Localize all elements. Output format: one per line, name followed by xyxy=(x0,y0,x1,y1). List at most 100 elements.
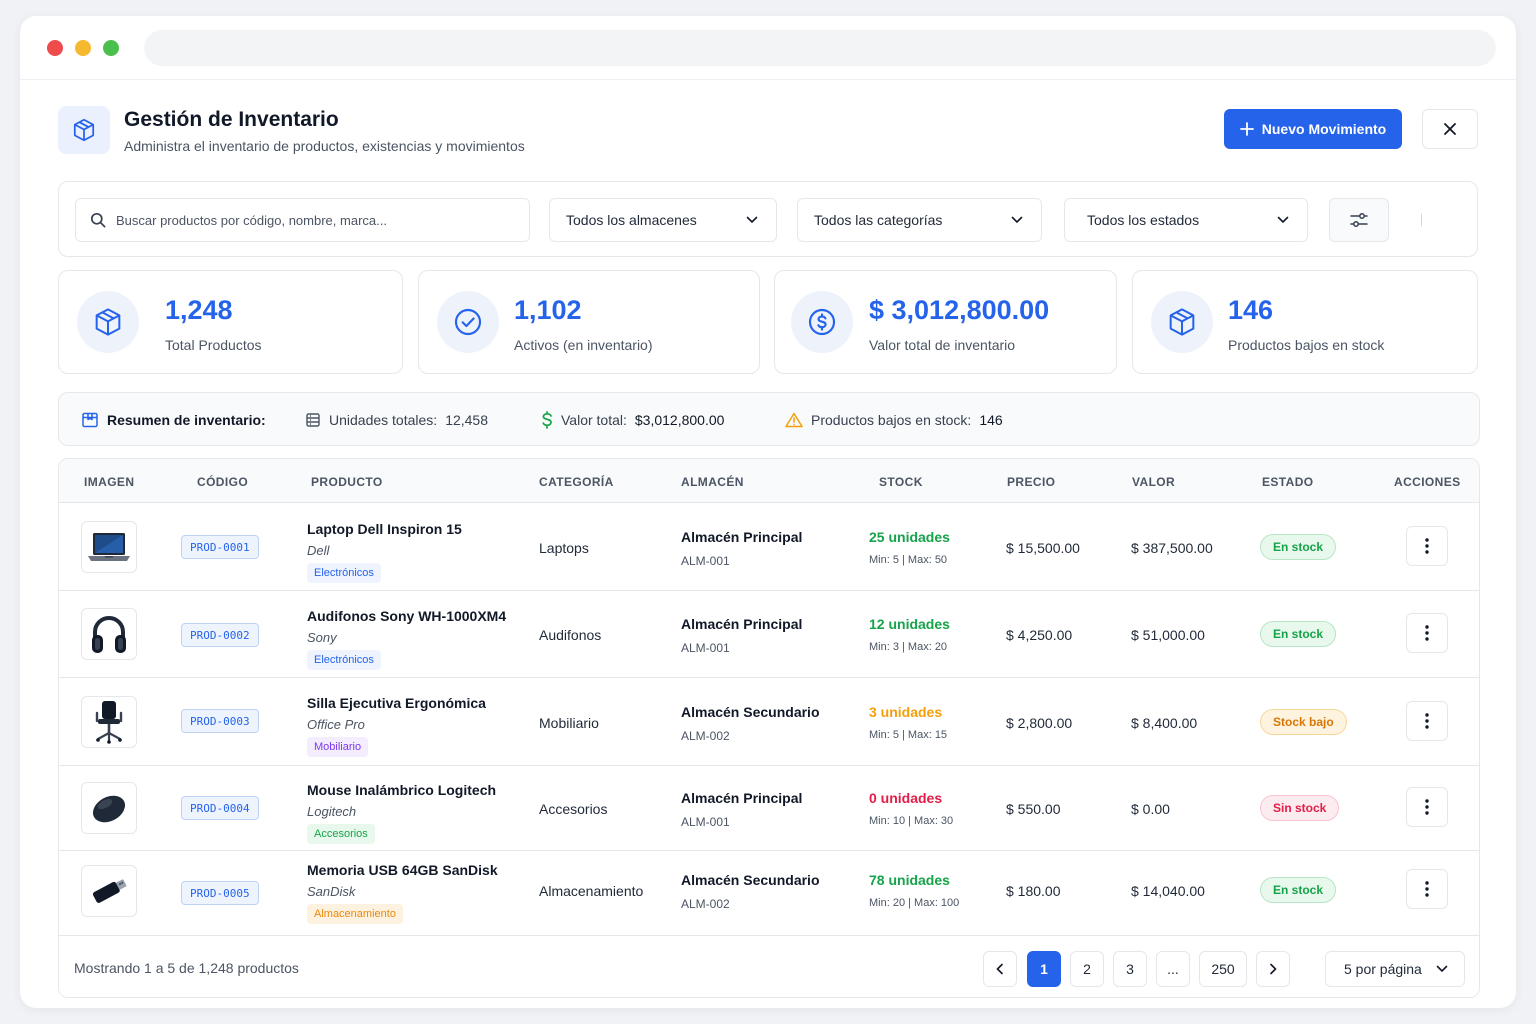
product-image xyxy=(81,696,137,748)
sliders-icon xyxy=(1350,213,1368,227)
close-button[interactable] xyxy=(1422,109,1478,149)
more-vertical-icon xyxy=(1425,625,1429,641)
warehouse-select[interactable]: Todos los almacenes xyxy=(549,198,777,242)
product-brand: Office Pro xyxy=(307,717,365,732)
table-row[interactable]: PROD-0002 Audifonos Sony WH-1000XM4 Sony… xyxy=(59,591,1479,678)
product-image xyxy=(81,782,137,834)
row-actions-button[interactable] xyxy=(1406,701,1448,741)
chevron-down-icon xyxy=(1277,216,1289,224)
search-input[interactable] xyxy=(116,212,516,228)
pagination-summary: Mostrando 1 a 5 de 1,248 productos xyxy=(74,960,299,976)
row-actions-button[interactable] xyxy=(1406,787,1448,827)
product-price: $ 4,250.00 xyxy=(1006,627,1073,643)
row-actions-button[interactable] xyxy=(1406,526,1448,566)
product-code-chip[interactable]: PROD-0003 xyxy=(181,709,259,733)
chevron-down-icon xyxy=(746,216,758,224)
product-price: $ 550.00 xyxy=(1006,801,1061,817)
next-page-button[interactable] xyxy=(1256,951,1290,987)
box-icon xyxy=(77,291,139,353)
product-code-chip[interactable]: PROD-0001 xyxy=(181,535,259,559)
column-header: VALOR xyxy=(1132,475,1176,489)
inventory-box-icon xyxy=(58,106,110,154)
laptop-icon xyxy=(88,533,130,561)
column-header: ALMACÉN xyxy=(681,475,744,489)
product-name[interactable]: Laptop Dell Inspiron 15 xyxy=(307,521,462,537)
product-name[interactable]: Audifonos Sony WH-1000XM4 xyxy=(307,608,506,624)
table-row[interactable]: PROD-0005 Memoria USB 64GB SanDisk SanDi… xyxy=(59,851,1479,935)
page-ellipsis: ... xyxy=(1156,951,1190,987)
warehouse-name: Almacén Principal xyxy=(681,529,803,545)
stock-range: Min: 10 | Max: 30 xyxy=(869,815,954,827)
summary-title-text: Resumen de inventario: xyxy=(107,412,266,428)
warehouse-name: Almacén Secundario xyxy=(681,704,820,720)
product-name[interactable]: Silla Ejecutiva Ergonómica xyxy=(307,695,486,711)
office-chair-icon xyxy=(95,701,123,744)
table-row[interactable]: PROD-0003 Silla Ejecutiva Ergonómica Off… xyxy=(59,678,1479,766)
status-select-value: Todos los estados xyxy=(1087,212,1200,228)
category-select-value: Todos las categorías xyxy=(814,212,943,228)
product-code-chip[interactable]: PROD-0002 xyxy=(181,623,259,647)
warehouse-select-value: Todos los almacenes xyxy=(566,212,697,228)
summary-value-label: Valor total: xyxy=(561,412,627,428)
maximize-window-dot[interactable] xyxy=(103,40,119,56)
stat-card-active: 1,102 Activos (en inventario) xyxy=(418,270,760,374)
page-header: Gestión de Inventario Administra el inve… xyxy=(58,106,1478,176)
warehouse-code: ALM-001 xyxy=(681,554,730,568)
page-button-3[interactable]: 3 xyxy=(1113,951,1147,987)
product-code-chip[interactable]: PROD-0005 xyxy=(181,881,259,905)
page-button-last[interactable]: 250 xyxy=(1199,951,1247,987)
stock-range: Min: 5 | Max: 50 xyxy=(869,554,948,566)
new-movement-label: Nuevo Movimiento xyxy=(1261,121,1387,137)
more-vertical-icon xyxy=(1425,538,1429,554)
summary-value-amount: $3,012,800.00 xyxy=(634,412,725,428)
stat-label: Productos bajos en stock xyxy=(1228,337,1385,353)
dollar-circle-icon xyxy=(791,291,853,353)
usb-drive-icon xyxy=(92,879,127,903)
stat-value: 146 xyxy=(1228,295,1274,325)
prev-page-button[interactable] xyxy=(983,951,1017,987)
row-actions-button[interactable] xyxy=(1406,869,1448,909)
product-code-chip[interactable]: PROD-0004 xyxy=(181,796,259,820)
status-badge: Sin stock xyxy=(1260,795,1340,821)
plus-icon xyxy=(1239,122,1254,136)
advanced-filters-button[interactable] xyxy=(1329,198,1389,242)
status-badge: En stock xyxy=(1260,877,1337,903)
column-header: CÓDIGO xyxy=(197,475,249,489)
page-button-2[interactable]: 2 xyxy=(1070,951,1104,987)
new-movement-button[interactable]: Nuevo Movimiento xyxy=(1224,109,1402,149)
search-box[interactable] xyxy=(75,198,530,242)
table-row[interactable]: PROD-0001 Laptop Dell Inspiron 15 Dell E… xyxy=(59,503,1479,591)
per-page-select[interactable]: 5 por página xyxy=(1325,951,1465,987)
minimize-window-dot[interactable] xyxy=(75,40,91,56)
product-tag: Mobiliario xyxy=(307,737,369,757)
status-badge: En stock xyxy=(1260,534,1337,560)
product-name[interactable]: Mouse Inalámbrico Logitech xyxy=(307,782,496,798)
status-select[interactable]: Todos los estados xyxy=(1064,198,1308,242)
product-name[interactable]: Memoria USB 64GB SanDisk xyxy=(307,862,498,878)
product-brand: Logitech xyxy=(307,804,357,819)
product-brand: Dell xyxy=(307,543,330,558)
column-header: IMAGEN xyxy=(84,475,135,489)
row-actions-button[interactable] xyxy=(1406,613,1448,653)
products-table: IMAGEN CÓDIGO PRODUCTO CATEGORÍA ALMACÉN… xyxy=(58,458,1480,998)
table-row[interactable]: PROD-0004 Mouse Inalámbrico Logitech Log… xyxy=(59,766,1479,851)
page-button-1[interactable]: 1 xyxy=(1027,951,1061,987)
product-image xyxy=(81,608,137,660)
warehouse-name: Almacén Secundario xyxy=(681,872,820,888)
stock-quantity: 78 unidades xyxy=(869,872,950,888)
stock-range: Min: 5 | Max: 15 xyxy=(869,729,948,741)
stat-card-value: $ 3,012,800.00 Valor total de inventario xyxy=(774,270,1117,374)
summary-units: Unidades totales: 12,458 xyxy=(305,393,488,447)
address-bar[interactable] xyxy=(144,30,1496,66)
product-price: $ 2,800.00 xyxy=(1006,715,1073,731)
product-value: $ 51,000.00 xyxy=(1131,627,1205,643)
category-select[interactable]: Todos las categorías xyxy=(797,198,1042,242)
product-tag: Electrónicos xyxy=(307,650,381,670)
stat-value: 1,102 xyxy=(514,295,582,325)
close-window-dot[interactable] xyxy=(47,40,63,56)
chevron-right-icon xyxy=(1270,963,1277,975)
product-category: Mobiliario xyxy=(539,715,599,731)
product-price: $ 180.00 xyxy=(1006,883,1061,899)
stock-quantity: 25 unidades xyxy=(869,529,950,545)
status-badge: En stock xyxy=(1260,621,1337,647)
